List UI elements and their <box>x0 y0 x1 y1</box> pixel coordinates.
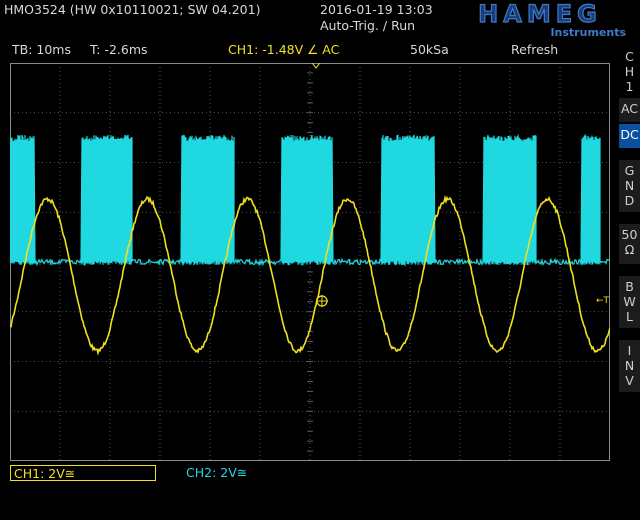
svg-text:Instruments: Instruments <box>550 26 626 37</box>
invert-button[interactable]: INV <box>619 340 640 392</box>
ch2-waveform <box>10 133 610 267</box>
acquisition-mode[interactable]: Refresh <box>511 42 558 57</box>
time-offset-value[interactable]: T: -2.6ms <box>90 42 148 57</box>
channel-menu: CH1 AC DC GND 50 Ω BWL INV <box>617 40 640 520</box>
datetime-label: 2016-01-19 13:03 <box>320 2 433 17</box>
coupling-ac-button[interactable]: AC <box>619 98 640 122</box>
model-label: HMO3524 (HW 0x10110021; SW 04.201) <box>4 2 261 17</box>
bandwidth-limit-button[interactable]: BWL <box>619 276 640 328</box>
status-bar: TB: 10ms T: -2.6ms CH1: -1.48V ∠ AC 50kS… <box>0 40 612 58</box>
timebase-value[interactable]: TB: 10ms <box>12 42 71 57</box>
hameg-logo: HAMEG Instruments <box>478 1 627 37</box>
svg-text:HAMEG: HAMEG <box>478 1 602 28</box>
trigger-mode-label: Auto-Trig. / Run <box>320 18 416 33</box>
trigger-setting[interactable]: CH1: -1.48V ∠ AC <box>228 42 339 57</box>
sample-rate-value: 50kSa <box>410 42 449 57</box>
ch2-scale-label[interactable]: CH2: 2V≅ <box>186 465 247 481</box>
coupling-dc-button[interactable]: DC <box>619 124 640 148</box>
waveform-display[interactable]: 1 ←T <box>10 63 610 461</box>
ch1-scale-box[interactable]: CH1: 2V≅ <box>10 465 156 481</box>
header-bar: HMO3524 (HW 0x10110021; SW 04.201) 2016-… <box>0 0 640 40</box>
trigger-level-marker: ←T <box>596 296 610 306</box>
impedance-50ohm-button[interactable]: 50 Ω <box>619 224 640 264</box>
channel-indicator: CH1 <box>619 46 640 94</box>
coupling-gnd-button[interactable]: GND <box>619 160 640 212</box>
